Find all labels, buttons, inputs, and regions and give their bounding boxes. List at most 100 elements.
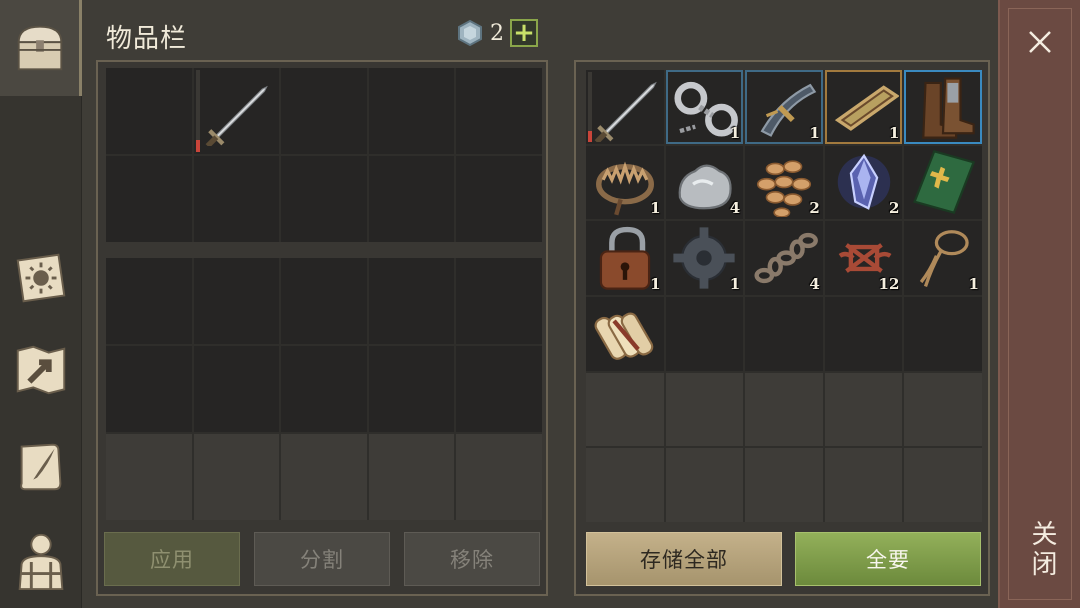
currency-display: 2 + (456, 18, 538, 48)
storage-slot[interactable]: 1 (745, 70, 823, 144)
quill-scroll-icon (20, 443, 62, 491)
item-quantity: 1 (650, 274, 661, 293)
storage-slot[interactable] (824, 296, 903, 371)
inventory-slot[interactable] (368, 68, 455, 154)
inventory-grid-top (106, 68, 542, 242)
item-quantity: 12 (878, 274, 900, 293)
storage-slot[interactable] (904, 296, 982, 371)
tab-rail (0, 0, 82, 608)
map-arrow-icon (16, 345, 66, 395)
durability-bar (195, 70, 200, 152)
storage-panel: 1 1 1 1 4 2 2 1 1 4 12 1 (574, 60, 990, 596)
map-tab[interactable] (0, 322, 82, 418)
inventory-slot[interactable] (281, 258, 367, 344)
storage-slot[interactable]: 1 (824, 70, 903, 144)
storage-grid: 1 1 1 1 4 2 2 1 1 4 12 1 (586, 70, 982, 522)
silver-coin-icon (458, 19, 482, 47)
item-quantity: 1 (650, 199, 661, 218)
quest-tab[interactable] (0, 418, 82, 514)
skills-tab[interactable] (0, 230, 82, 326)
storage-slot[interactable] (586, 372, 664, 447)
inventory-slot[interactable] (193, 346, 280, 432)
storage-slot[interactable]: 1 (665, 70, 744, 144)
character-tab[interactable] (0, 512, 82, 608)
storage-slot[interactable] (665, 448, 744, 522)
inventory-slot[interactable] (193, 434, 280, 520)
inventory-slot[interactable] (106, 68, 192, 154)
boots-icon (922, 77, 975, 139)
storage-slot[interactable]: 2 (745, 145, 823, 220)
storage-slot[interactable] (904, 372, 982, 447)
storage-slot[interactable]: 1 (904, 221, 982, 295)
currency-count: 2 (490, 20, 504, 46)
inventory-slot[interactable] (456, 156, 542, 242)
inventory-slot[interactable] (368, 258, 455, 344)
sword-icon (594, 81, 657, 142)
inventory-slot[interactable] (281, 68, 367, 154)
storage-slot[interactable]: 12 (824, 221, 903, 295)
inventory-panel (96, 60, 548, 596)
inventory-slot[interactable] (456, 68, 542, 154)
inventory-grid-bottom (106, 258, 542, 520)
storage-slot[interactable] (904, 145, 982, 220)
storage-slot[interactable] (904, 448, 982, 522)
storage-slot[interactable] (586, 296, 664, 371)
inventory-slot[interactable] (193, 68, 280, 154)
inventory-slot[interactable] (106, 258, 192, 344)
storage-slot[interactable]: 1 (586, 145, 664, 220)
inventory-slot[interactable] (456, 434, 542, 520)
sword-icon (206, 85, 269, 146)
item-quantity: 1 (888, 123, 900, 142)
close-label[interactable]: 关闭 (1024, 520, 1061, 580)
inventory-slot[interactable] (193, 258, 280, 344)
close-icon[interactable] (1022, 24, 1058, 60)
storage-slot[interactable] (745, 448, 823, 522)
item-quantity: 1 (729, 274, 741, 293)
inventory-slot[interactable] (193, 156, 280, 242)
inventory-slot[interactable] (281, 156, 367, 242)
inventory-slot[interactable] (368, 156, 455, 242)
apply-button[interactable]: 应用 (104, 532, 240, 586)
inventory-slot[interactable] (106, 156, 192, 242)
inventory-slot[interactable] (281, 434, 367, 520)
inventory-slot[interactable] (281, 346, 367, 432)
item-quantity: 4 (809, 274, 820, 293)
storage-slot[interactable]: 4 (745, 221, 823, 295)
item-quantity: 1 (809, 123, 820, 142)
storage-slot[interactable] (586, 70, 664, 144)
item-quantity: 1 (729, 123, 741, 142)
storage-slot[interactable] (745, 372, 823, 447)
item-quantity: 4 (729, 199, 741, 218)
chest-icon (17, 25, 62, 71)
storage-slot[interactable] (665, 372, 744, 447)
character-icon (18, 533, 64, 591)
inventory-slot[interactable] (368, 434, 455, 520)
remove-button[interactable]: 移除 (404, 532, 540, 586)
storage-slot[interactable] (824, 448, 903, 522)
storage-slot[interactable] (824, 372, 903, 447)
sun-book-icon (16, 253, 66, 303)
page-title: 物品栏 (106, 24, 188, 54)
item-quantity: 2 (809, 199, 820, 218)
store-all-button[interactable]: 存储全部 (586, 532, 782, 586)
inventory-slot[interactable] (456, 346, 542, 432)
storage-slot[interactable]: 4 (665, 145, 744, 220)
storage-slot[interactable] (586, 448, 664, 522)
storage-slot[interactable]: 2 (824, 145, 903, 220)
chest-tab[interactable] (0, 0, 82, 96)
inventory-slot[interactable] (106, 346, 192, 432)
inventory-slot[interactable] (106, 434, 192, 520)
inventory-slot[interactable] (456, 258, 542, 344)
storage-slot[interactable] (745, 296, 823, 371)
storage-slot[interactable]: 1 (665, 221, 744, 295)
holy-book-icon (913, 150, 976, 215)
split-button[interactable]: 分割 (254, 532, 390, 586)
storage-slot[interactable] (904, 70, 982, 144)
add-currency-button[interactable]: + (510, 19, 538, 47)
inventory-slot[interactable] (368, 346, 455, 432)
storage-slot[interactable] (665, 296, 744, 371)
scroll-bundle-icon (594, 312, 654, 360)
take-all-button[interactable]: 全要 (795, 532, 981, 586)
storage-slot[interactable]: 1 (586, 221, 664, 295)
close-panel[interactable]: 关闭 (998, 0, 1080, 608)
